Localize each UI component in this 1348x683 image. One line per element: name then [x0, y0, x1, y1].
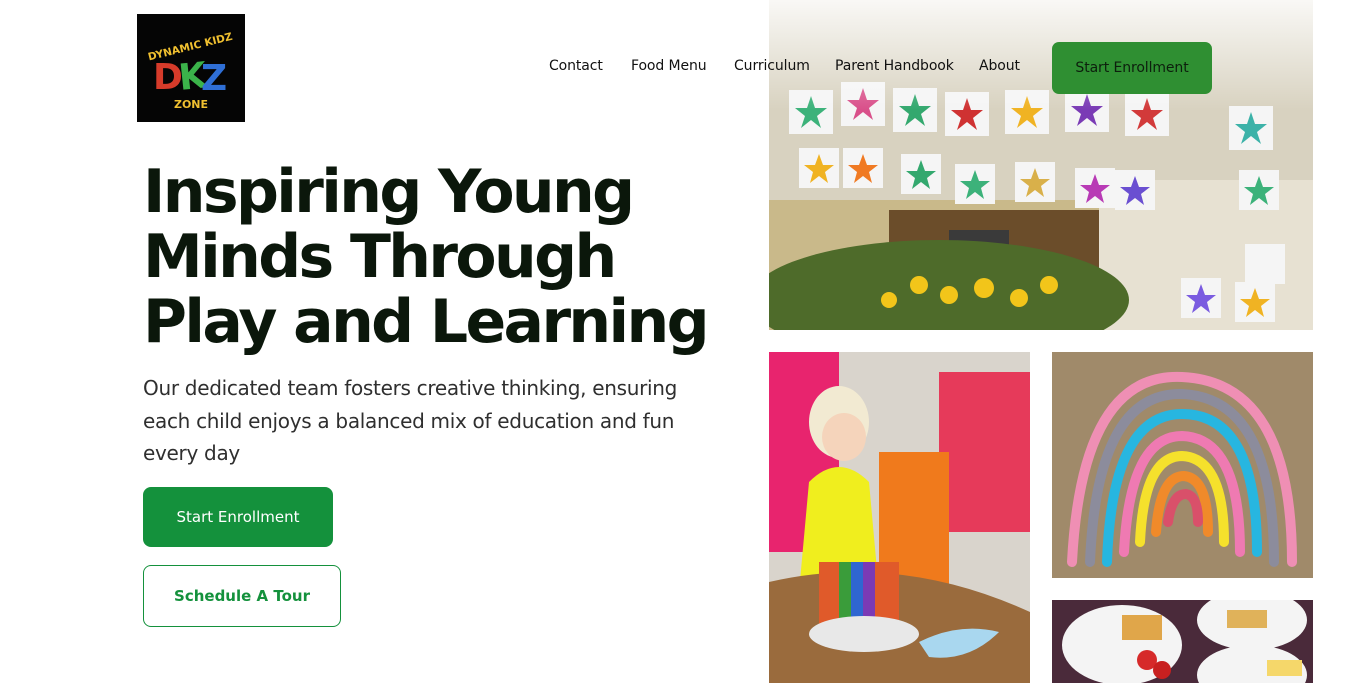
- photo-fade-overlay: [769, 0, 1313, 110]
- nav-start-enrollment-button[interactable]: Start Enrollment: [1052, 42, 1212, 94]
- hero-subtitle: Our dedicated team fosters creative thin…: [143, 376, 678, 465]
- start-enrollment-button[interactable]: Start Enrollment: [143, 487, 333, 547]
- hero-title: Inspiring Young Minds Through Play and L…: [143, 157, 710, 357]
- schedule-tour-button[interactable]: Schedule A Tour: [143, 565, 341, 627]
- nav-contact-link[interactable]: Contact: [549, 58, 603, 74]
- logo-graphic: DYNAMIC KIDZ D K Z ZONE: [137, 14, 245, 122]
- nav-parent-handbook-link[interactable]: Parent Handbook: [835, 58, 954, 74]
- nav-food-menu-link[interactable]: Food Menu: [631, 58, 707, 74]
- logo-line2: ZONE: [174, 98, 208, 111]
- chalk-rainbow-photo: [1052, 352, 1313, 578]
- nav-curriculum-link[interactable]: Curriculum: [734, 58, 810, 74]
- child-crafting-photo: [769, 352, 1030, 683]
- svg-text:Z: Z: [201, 58, 227, 99]
- nav-about-link[interactable]: About: [979, 58, 1020, 74]
- lunch-plates-photo: [1052, 600, 1313, 683]
- brand-logo[interactable]: DYNAMIC KIDZ D K Z ZONE: [137, 14, 245, 122]
